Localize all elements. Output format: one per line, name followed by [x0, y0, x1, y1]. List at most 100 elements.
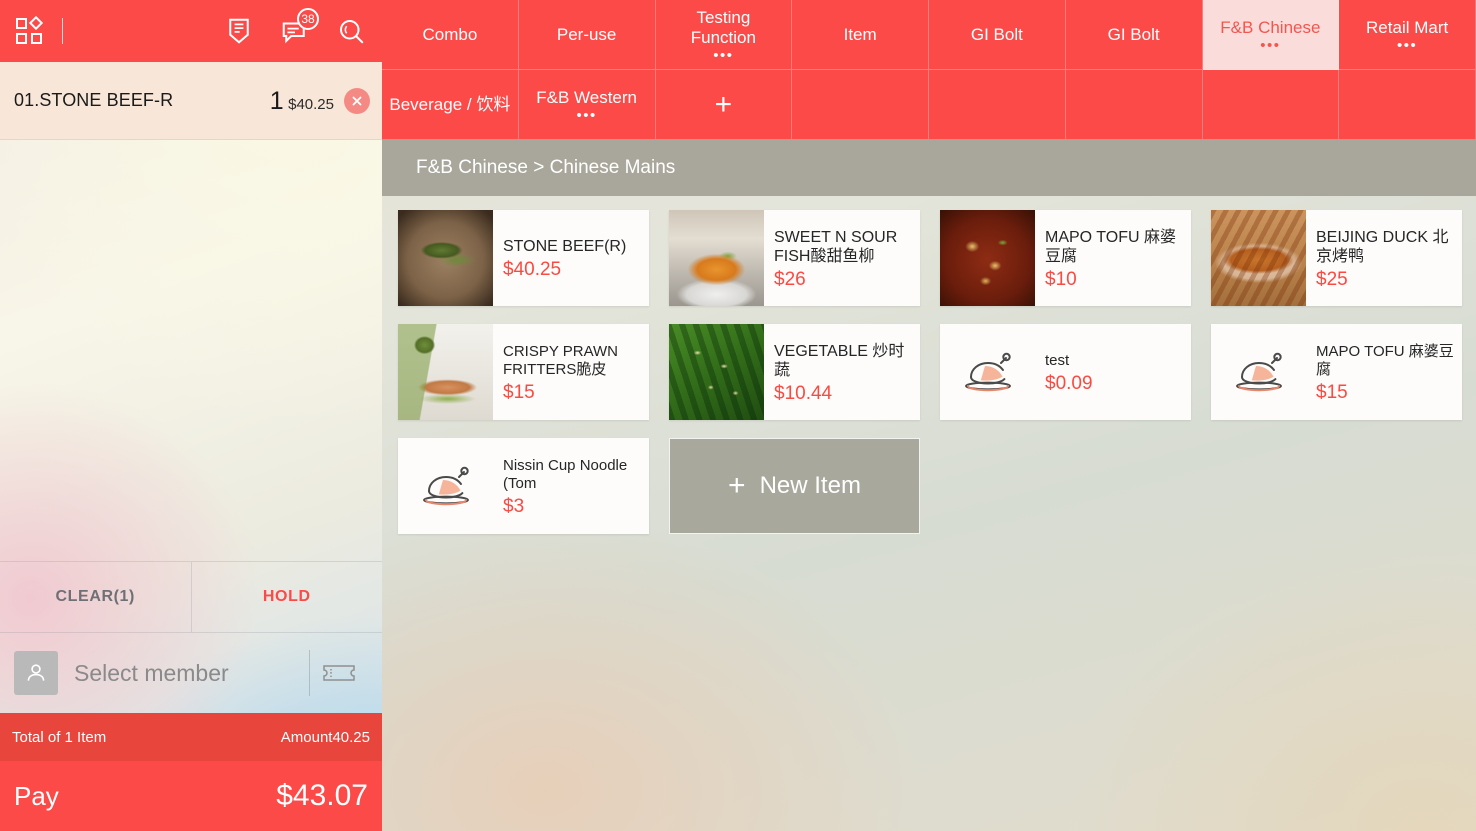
product-card-text: MAPO TOFU 麻婆豆腐 $15	[1306, 324, 1462, 420]
ticket-icon[interactable]	[310, 662, 368, 684]
vegetable-photo	[669, 324, 764, 420]
order-panel: 38 01.STONE BEEF-R 1 $40.25 CLEAR(1) HOL…	[0, 0, 382, 831]
grid-apps-icon[interactable]	[16, 15, 46, 45]
plus-icon: +	[728, 469, 746, 502]
category-tab-per-use[interactable]: Per-use	[518, 0, 656, 70]
pos-screen: 38 01.STONE BEEF-R 1 $40.25 CLEAR(1) HOL…	[0, 0, 1476, 831]
pay-button[interactable]: Pay $43.07	[0, 761, 382, 831]
roast-chicken-placeholder-icon	[398, 438, 493, 534]
product-card[interactable]: VEGETABLE 炒时蔬 $10.44	[669, 324, 920, 420]
select-member-label: Select member	[74, 659, 229, 686]
product-card[interactable]: BEIJING DUCK 北京烤鸭 $25	[1211, 210, 1462, 306]
product-price: $3	[503, 495, 525, 517]
product-name: VEGETABLE 炒时蔬	[774, 342, 905, 379]
product-price: $26	[774, 268, 806, 290]
category-tab-row-1: Combo Per-use Testing Function ••• Item GI Bo…	[382, 0, 1476, 70]
category-tab-label: Testing Function	[690, 8, 756, 47]
product-card-text: Nissin Cup Noodle (Tom $3	[493, 438, 649, 534]
category-tab-label: Combo	[422, 24, 478, 44]
product-card[interactable]: CRISPY PRAWN FRITTERS脆皮 $15	[398, 324, 649, 420]
product-card[interactable]: MAPO TOFU 麻婆豆腐 $15	[1211, 324, 1462, 420]
beijing-duck-photo	[1211, 210, 1306, 306]
product-price: $15	[1316, 381, 1348, 403]
category-tab-gi-bolt[interactable]: GI Bolt	[1065, 0, 1203, 70]
pay-label: Pay	[14, 780, 59, 811]
product-name: CRISPY PRAWN FRITTERS脆皮	[503, 342, 619, 378]
category-tab-label: GI Bolt	[1107, 24, 1160, 44]
cart-item-qty-price: 1 $40.25	[270, 87, 334, 115]
product-name: STONE BEEF(R)	[503, 238, 627, 255]
category-tab-gi-bolt[interactable]: GI Bolt	[929, 0, 1066, 70]
new-item-button[interactable]: + New Item	[669, 438, 920, 534]
category-tab-empty	[1065, 70, 1203, 140]
product-name: MAPO TOFU 麻婆豆腐	[1045, 228, 1176, 265]
category-tab-empty	[792, 70, 929, 140]
header-icon-group: 38	[224, 8, 366, 46]
cart-item-name: 01.STONE BEEF-R	[14, 90, 174, 110]
category-tab-empty	[929, 70, 1066, 140]
product-card[interactable]: STONE BEEF(R) $40.25	[398, 210, 649, 306]
product-name: MAPO TOFU 麻婆豆腐	[1316, 342, 1454, 378]
product-name: SWEET N SOUR FISH酸甜鱼柳	[774, 228, 898, 265]
category-tab-label: F&B Chinese	[1220, 18, 1321, 37]
totals-item-count: Total of 1 Item	[12, 728, 107, 746]
search-icon[interactable]	[336, 16, 366, 46]
roast-chicken-placeholder-icon	[940, 324, 1035, 420]
close-circle-icon[interactable]	[344, 87, 370, 114]
order-totals-bar: Total of 1 Item Amount40.25	[0, 713, 382, 761]
category-tab-empty	[1202, 70, 1340, 140]
product-card-text: BEIJING DUCK 北京烤鸭 $25	[1306, 210, 1462, 306]
message-badge: 38	[297, 8, 319, 30]
overflow-dots-icon[interactable]: •••	[713, 48, 733, 63]
new-item-label: New Item	[759, 472, 861, 499]
clear-button[interactable]: CLEAR(1)	[0, 562, 192, 632]
category-tab-f-b-western[interactable]: F&B Western •••	[518, 70, 656, 140]
category-tab-combo[interactable]: Combo	[382, 0, 519, 70]
overflow-dots-icon[interactable]: •••	[576, 108, 596, 123]
product-card-text: test $0.09	[1035, 324, 1191, 420]
receipt-download-icon[interactable]	[224, 16, 254, 46]
product-card[interactable]: test $0.09	[940, 324, 1191, 420]
member-bar[interactable]: Select member	[0, 633, 382, 713]
product-grid: STONE BEEF(R) $40.25 SWEET N SOUR FISH酸甜鱼柳…	[382, 196, 1476, 534]
overflow-dots-icon[interactable]: •••	[1260, 38, 1280, 53]
product-row: STONE BEEF(R) $40.25 SWEET N SOUR FISH酸甜鱼柳…	[398, 210, 1476, 306]
category-tab-item[interactable]: Item	[792, 0, 929, 70]
add-category-tab[interactable]: +	[655, 70, 793, 140]
cart-item-price: $40.25	[288, 95, 334, 113]
category-tab-label: Per-use	[556, 24, 617, 44]
product-card[interactable]: Nissin Cup Noodle (Tom $3	[398, 438, 649, 534]
catalog-panel: Combo Per-use Testing Function ••• Item GI Bo…	[382, 0, 1476, 831]
cart-item-qty: 1	[269, 86, 284, 115]
app-header: 38	[0, 0, 382, 62]
category-tab-label: GI Bolt	[970, 24, 1023, 44]
product-card-text: MAPO TOFU 麻婆豆腐 $10	[1035, 210, 1191, 306]
category-tab-testing-function[interactable]: Testing Function •••	[655, 0, 793, 70]
product-card-text: VEGETABLE 炒时蔬 $10.44	[764, 324, 920, 420]
product-price: $40.25	[503, 259, 562, 280]
product-name: BEIJING DUCK 北京烤鸭	[1316, 228, 1449, 265]
category-tab-row-2: Beverage / 饮料 F&B Western ••• +	[382, 70, 1476, 140]
product-name: test	[1045, 351, 1070, 369]
product-row: CRISPY PRAWN FRITTERS脆皮 $15 VEGETABLE 炒时蔬 $…	[398, 324, 1476, 420]
category-tab-beverage[interactable]: Beverage / 饮料	[382, 70, 519, 140]
category-tab-retail-mart[interactable]: Retail Mart •••	[1339, 0, 1476, 70]
product-price: $25	[1316, 268, 1348, 290]
product-card[interactable]: MAPO TOFU 麻婆豆腐 $10	[940, 210, 1191, 306]
totals-amount: Amount40.25	[280, 728, 370, 746]
category-tab-f-b-chinese[interactable]: F&B Chinese •••	[1202, 0, 1340, 70]
person-icon	[14, 651, 58, 695]
product-price: $10.44	[774, 382, 833, 404]
category-tab-label: Beverage / 饮料	[389, 94, 511, 114]
header-divider	[62, 18, 63, 44]
crispy-prawn-photo	[398, 324, 493, 420]
product-price: $0.09	[1045, 372, 1093, 394]
overflow-dots-icon[interactable]: •••	[1397, 38, 1417, 53]
product-row: Nissin Cup Noodle (Tom $3 + New Item	[398, 438, 1476, 534]
cart-line-item[interactable]: 01.STONE BEEF-R 1 $40.25	[0, 62, 382, 140]
message-icon[interactable]: 38	[280, 8, 319, 46]
product-price: $15	[503, 381, 535, 403]
product-card[interactable]: SWEET N SOUR FISH酸甜鱼柳 $26	[669, 210, 920, 306]
product-price: $10	[1045, 268, 1077, 290]
hold-button[interactable]: HOLD	[192, 562, 383, 632]
